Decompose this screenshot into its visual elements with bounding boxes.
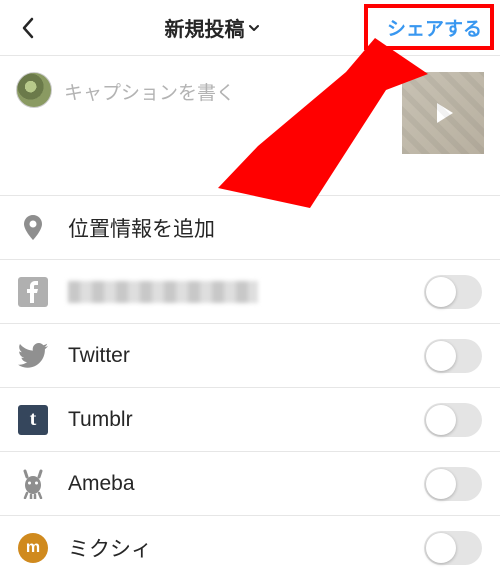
toggle-tumblr[interactable]: [424, 403, 482, 437]
share-row-twitter: Twitter: [0, 324, 500, 388]
page-title: 新規投稿: [164, 13, 244, 42]
tumblr-label: Tumblr: [68, 408, 133, 432]
toggle-ameba[interactable]: [424, 467, 482, 501]
add-location-label: 位置情報を追加: [68, 213, 215, 243]
twitter-label: Twitter: [68, 344, 130, 368]
back-button[interactable]: [8, 16, 48, 40]
add-location-row[interactable]: 位置情報を追加: [0, 196, 500, 260]
media-thumbnail[interactable]: [402, 72, 484, 154]
chevron-left-icon: [20, 16, 36, 40]
toggle-twitter[interactable]: [424, 339, 482, 373]
ameba-icon: [18, 469, 48, 499]
ameba-label: Ameba: [68, 472, 135, 496]
page-title-dropdown[interactable]: 新規投稿: [48, 13, 377, 42]
facebook-icon: [18, 277, 48, 307]
share-row-facebook: [0, 260, 500, 324]
toggle-mixi[interactable]: [424, 531, 482, 565]
share-row-mixi: m ミクシィ: [0, 516, 500, 580]
caption-row: キャプションを書く: [0, 56, 500, 196]
share-row-ameba: Ameba: [0, 452, 500, 516]
share-button[interactable]: シェアする: [377, 8, 492, 47]
twitter-icon: [18, 341, 48, 371]
header-bar: 新規投稿 シェアする: [0, 0, 500, 56]
play-icon: [428, 98, 458, 128]
chevron-down-icon: [248, 24, 260, 32]
avatar: [16, 72, 52, 108]
share-row-tumblr: t Tumblr: [0, 388, 500, 452]
tumblr-icon: t: [18, 405, 48, 435]
location-pin-icon: [18, 213, 48, 243]
caption-input[interactable]: キャプションを書く: [64, 72, 390, 105]
toggle-facebook[interactable]: [424, 275, 482, 309]
facebook-account-label-obscured: [68, 281, 258, 303]
